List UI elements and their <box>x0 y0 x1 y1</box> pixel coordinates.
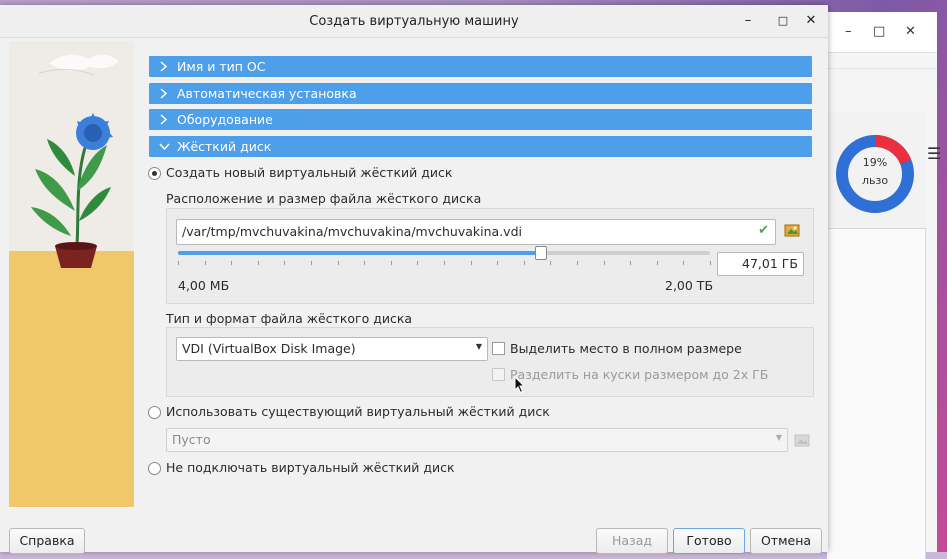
slider-tick <box>656 261 658 265</box>
preallocate-checkbox[interactable] <box>492 342 505 355</box>
no-disk-label: Не подключать виртуальный жёсткий диск <box>166 460 455 475</box>
valid-check-icon: ✔ <box>758 223 769 238</box>
slider-tick <box>311 261 312 265</box>
slider-fill <box>178 251 540 255</box>
chevron-down-icon <box>159 143 170 151</box>
create-vm-dialog: Создать виртуальную машину – □ ✕ Имя и т… <box>0 5 828 554</box>
flower-pot-illustration <box>31 54 119 268</box>
minimize-button[interactable]: – <box>739 12 757 30</box>
slider-handle[interactable] <box>534 246 547 260</box>
usage-label: льзо <box>861 174 889 187</box>
existing-disk-value: Пусто <box>172 432 211 447</box>
chevron-right-icon <box>160 61 168 72</box>
use-existing-disk-label: Использовать существующий виртуальный жё… <box>166 404 550 419</box>
slider-tick <box>550 261 552 265</box>
close-icon[interactable]: ✕ <box>905 24 916 39</box>
choose-file-folder-icon[interactable] <box>784 222 800 238</box>
radio-use-existing-disk[interactable] <box>148 406 161 419</box>
dropdown-arrow-icon: ▼ <box>775 433 782 442</box>
slider-tick <box>337 261 339 265</box>
disk-path-input[interactable]: /var/tmp/mvchuvakina/mvchuvakina/mvchuva… <box>176 219 776 245</box>
slider-tick <box>630 261 632 265</box>
usage-percent: 19% <box>862 156 888 169</box>
slider-tick <box>284 261 286 265</box>
slider-tick <box>603 261 605 265</box>
close-button[interactable]: ✕ <box>802 12 820 30</box>
section-label: Автоматическая установка <box>177 86 357 101</box>
back-button[interactable]: Назад <box>596 528 668 554</box>
section-unattended-install[interactable]: Автоматическая установка <box>149 83 812 104</box>
dialog-titlebar: Создать виртуальную машину – □ ✕ <box>0 5 828 38</box>
wizard-illustration <box>9 41 134 507</box>
background-window[interactable]: – □ ✕ 19% льзо ☰ <box>826 12 941 559</box>
preallocate-label: Выделить место в полном размере <box>510 341 742 356</box>
mouse-cursor-icon <box>514 376 526 394</box>
cancel-button[interactable]: Отмена <box>750 528 822 554</box>
slider-tick <box>444 261 445 265</box>
section-label: Жёсткий диск <box>177 139 272 154</box>
dialog-title: Создать виртуальную машину <box>309 14 519 29</box>
divider <box>827 68 937 69</box>
minimize-icon[interactable]: – <box>845 24 852 39</box>
background-content-panel <box>827 228 926 559</box>
help-button[interactable]: Справка <box>9 528 85 554</box>
size-min-label: 4,00 МБ <box>178 278 230 293</box>
disk-format-label: Тип и формат файла жёсткого диска <box>166 311 413 326</box>
slider-tick <box>390 261 392 265</box>
dropdown-arrow-icon: ▼ <box>475 342 482 351</box>
disk-size-input[interactable]: 47,01 ГБ <box>717 252 804 276</box>
slider-tick <box>364 261 366 265</box>
slider-tick <box>417 261 419 265</box>
slider-tick <box>257 261 259 265</box>
section-hard-disk[interactable]: Жёсткий диск <box>149 136 812 157</box>
usage-panel: 19% льзо <box>827 112 925 232</box>
slider-tick <box>523 261 525 265</box>
menu-icon[interactable]: ☰ <box>927 144 941 163</box>
section-label: Имя и тип ОС <box>177 59 266 74</box>
disk-path-value: /var/tmp/mvchuvakina/mvchuvakina/mvchuva… <box>182 224 522 239</box>
slider-tick <box>470 261 472 265</box>
existing-disk-select[interactable]: Пусто ▼ <box>166 428 788 452</box>
slider-ticks <box>178 261 711 265</box>
slider-tick <box>577 261 578 265</box>
slider-tick <box>178 261 179 265</box>
section-os-name-type[interactable]: Имя и тип ОС <box>149 56 812 77</box>
split-label: Разделить на куски размером до 2х ГБ <box>510 367 769 382</box>
finish-button[interactable]: Готово <box>673 528 745 554</box>
section-label: Оборудование <box>177 112 273 127</box>
split-checkbox[interactable] <box>492 368 505 381</box>
slider-tick <box>710 261 711 265</box>
radio-create-new-disk[interactable] <box>148 167 161 180</box>
maximize-button[interactable]: □ <box>774 12 792 30</box>
location-size-label: Расположение и размер файла жёсткого дис… <box>166 191 482 206</box>
choose-existing-disk-icon[interactable] <box>794 432 810 448</box>
slider-tick <box>204 261 206 265</box>
maximize-icon[interactable]: □ <box>873 24 885 39</box>
size-max-label: 2,00 ТБ <box>665 278 714 293</box>
disk-size-slider[interactable] <box>178 246 711 266</box>
disk-size-value: 47,01 ГБ <box>742 256 798 271</box>
background-window-titlebar: – □ ✕ <box>827 12 937 53</box>
section-hardware[interactable]: Оборудование <box>149 109 812 130</box>
slider-tick <box>231 261 233 265</box>
chevron-right-icon <box>160 88 168 99</box>
create-new-disk-label: Создать новый виртуальный жёсткий диск <box>166 165 453 180</box>
disk-format-select[interactable]: VDI (VirtualBox Disk Image) ▼ <box>176 337 488 361</box>
disk-format-value: VDI (VirtualBox Disk Image) <box>182 341 356 356</box>
slider-tick <box>683 261 685 265</box>
radio-no-disk[interactable] <box>148 462 161 475</box>
chevron-right-icon <box>160 114 168 125</box>
slider-tick <box>497 261 499 265</box>
